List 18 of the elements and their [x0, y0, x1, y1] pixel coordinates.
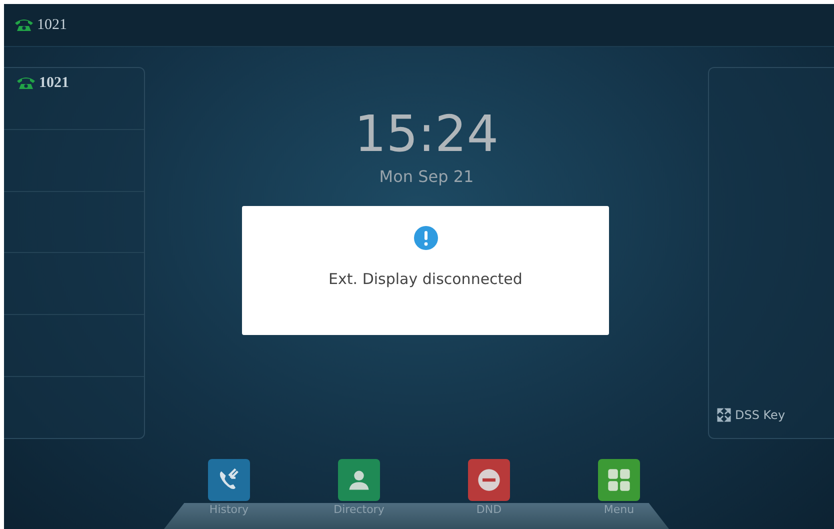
line-key[interactable]: 1021: [16, 74, 69, 92]
call-history-icon: [208, 459, 250, 501]
phone-icon: [14, 18, 34, 32]
dss-key-button[interactable]: DSS Key: [717, 408, 786, 422]
dialog-message: Ext. Display disconnected: [328, 270, 522, 288]
expand-icon: [717, 408, 731, 422]
dock-button[interactable]: Menu: [592, 459, 646, 516]
phone-icon: [16, 76, 36, 90]
dock-button[interactable]: Directory: [332, 459, 386, 516]
dock-button[interactable]: DND: [462, 459, 516, 516]
no-entry-icon: [468, 459, 510, 501]
clock-time: 15:24: [354, 109, 499, 159]
account-label: 1021: [37, 16, 67, 34]
grid-icon: [598, 459, 640, 501]
contact-icon: [338, 459, 380, 501]
info-icon: [414, 226, 438, 250]
dock-button[interactable]: History: [202, 459, 256, 516]
clock-date: Mon Sep 21: [379, 167, 474, 186]
